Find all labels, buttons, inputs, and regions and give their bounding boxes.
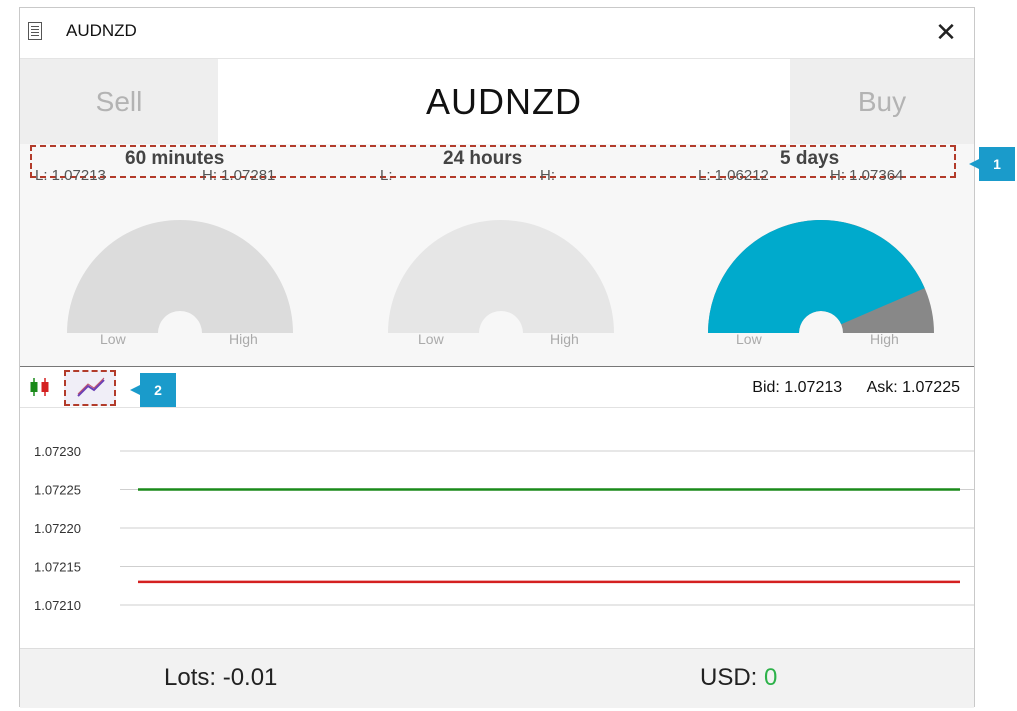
gauge-low-label: Low xyxy=(418,331,444,347)
document-icon xyxy=(28,22,42,40)
callout-badge-1: 1 xyxy=(969,147,1015,181)
gauge-high-label: High xyxy=(229,331,258,347)
callout-badge-2: 2 xyxy=(130,373,176,407)
range-title: 24 hours xyxy=(443,148,523,169)
line-chart-button[interactable] xyxy=(64,370,116,406)
usd-label: USD: xyxy=(700,664,758,691)
range-high: H: 1.07364 xyxy=(830,167,904,184)
gauge-background xyxy=(388,220,614,333)
gauge-5-days xyxy=(708,218,934,336)
gauge-low-label: Low xyxy=(100,331,126,347)
title-bar: AUDNZD ✕ xyxy=(20,8,974,58)
trade-bar: Sell AUDNZD Buy xyxy=(20,58,974,145)
usd-profit: USD: 0 xyxy=(700,664,777,692)
line-chart-icon xyxy=(77,377,105,397)
lots-value: Lots: -0.01 xyxy=(164,664,278,691)
gauge-high-label: High xyxy=(550,331,579,347)
range-24-hours: 24 hours L: H: xyxy=(380,148,620,184)
range-60-minutes: 60 minutes L: 1.07213 H: 1.07281 xyxy=(35,148,315,184)
range-low: L: 1.06212 xyxy=(698,167,769,184)
gauge-low-label: Low xyxy=(736,331,762,347)
ask-price: Ask: 1.07225 xyxy=(866,379,960,396)
range-low: L: xyxy=(380,167,393,184)
y-tick-label: 1.07220 xyxy=(34,521,81,536)
range-5-days: 5 days L: 1.06212 H: 1.07364 xyxy=(698,148,958,184)
range-high: H: 1.07281 xyxy=(202,167,276,184)
y-tick-label: 1.07210 xyxy=(34,598,81,613)
gauge-24-hours xyxy=(388,218,614,336)
gauge-60-minutes xyxy=(67,218,293,336)
range-low: L: 1.07213 xyxy=(35,167,106,184)
price-chart-svg: 1.07230 1.07225 1.07220 1.07215 1.07210 xyxy=(34,444,974,613)
bid-price: Bid: 1.07213 xyxy=(752,379,843,396)
sell-button[interactable]: Sell xyxy=(20,59,218,145)
close-icon[interactable]: ✕ xyxy=(928,14,964,50)
gauge-background xyxy=(67,220,293,333)
gauge-high-label: High xyxy=(870,331,899,347)
symbol-window: AUDNZD ✕ Sell AUDNZD Buy 60 minutes L: 1… xyxy=(19,7,975,708)
y-tick-label: 1.07225 xyxy=(34,483,81,498)
range-high: H: xyxy=(540,167,555,184)
candlestick-chart-icon[interactable] xyxy=(28,377,52,397)
bid-ask-quote: Bid: 1.07213 Ask: 1.07225 xyxy=(732,379,960,397)
price-chart: 1.07230 1.07225 1.07220 1.07215 1.07210 xyxy=(20,408,974,648)
usd-value: 0 xyxy=(764,664,778,691)
buy-button[interactable]: Buy xyxy=(790,59,974,145)
y-tick-label: 1.07215 xyxy=(34,560,81,575)
y-tick-label: 1.07230 xyxy=(34,444,81,459)
price-ranges-panel: 60 minutes L: 1.07213 H: 1.07281 24 hour… xyxy=(20,144,974,366)
footer-bar: Lots: -0.01 USD: 0 xyxy=(20,648,974,708)
symbol-name: AUDNZD xyxy=(218,59,790,145)
window-title: AUDNZD xyxy=(66,21,137,40)
